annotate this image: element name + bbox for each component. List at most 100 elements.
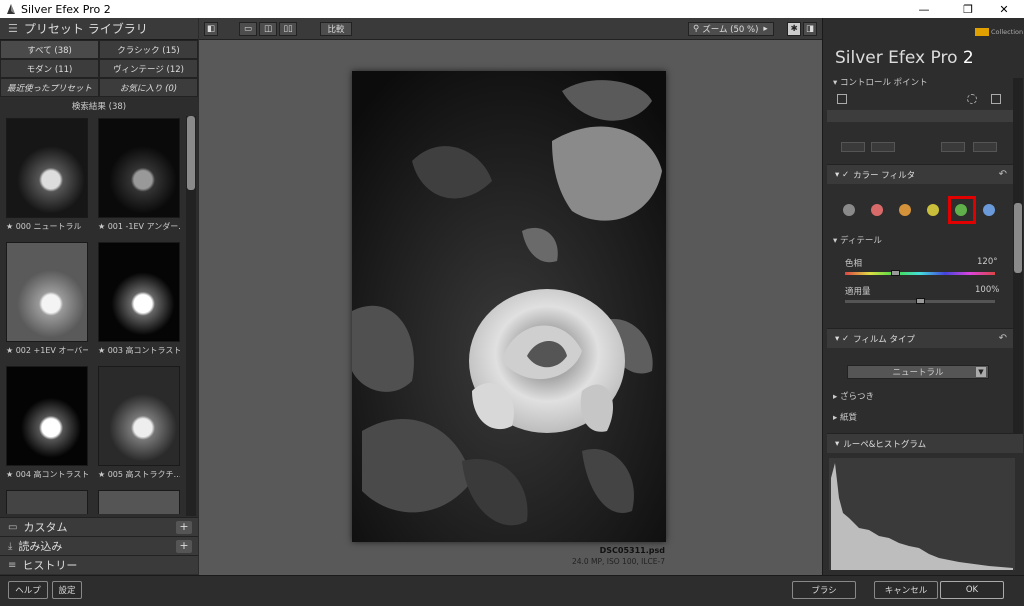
filter-classic[interactable]: クラシック (15) (99, 40, 198, 59)
filter-favorites[interactable]: お気に入り (0) (99, 78, 198, 97)
preset-thumb[interactable]: ★ 000 ニュートラル (6, 118, 88, 232)
preset-image (98, 366, 180, 466)
strength-label: 適用量 (845, 287, 871, 297)
preset-thumb[interactable]: ★ 004 高コントラスト… (6, 366, 88, 480)
preset-scrollbar[interactable] (186, 116, 196, 516)
add-point-button-2[interactable] (871, 142, 895, 152)
strength-value: 100% (975, 285, 1000, 295)
history-icon: ≡ (8, 559, 17, 571)
ok-button[interactable]: OK (940, 581, 1004, 599)
brush-button[interactable]: ブラシ (792, 581, 856, 599)
window-title: Silver Efex Pro 2 (21, 2, 111, 16)
preset-image (6, 490, 88, 514)
scroll-thumb[interactable] (1014, 203, 1022, 273)
color-filter-header[interactable]: ▾ ✓ カラー フィルタ ↶ (827, 164, 1013, 184)
preset-image (6, 242, 88, 342)
preset-thumb[interactable]: ★ 003 高コントラスト… (98, 242, 180, 356)
filter-modern[interactable]: モダン (11) (0, 59, 99, 78)
compare-button[interactable]: 比較 (320, 22, 352, 36)
magnifier-icon: ⚲ (693, 24, 700, 34)
side-by-side-icon[interactable]: ▯▯ (279, 22, 297, 36)
filter-recent[interactable]: 最近使ったプリセット (0, 78, 99, 97)
chevron-down-icon: ▸ (763, 24, 768, 34)
adjustments-scrollbar[interactable] (1013, 78, 1023, 433)
preset-thumb[interactable]: ★ 002 +1EV オーバー… (6, 242, 88, 356)
add-point-button[interactable] (841, 142, 865, 152)
color-filter-swatch[interactable] (871, 204, 883, 216)
preset-image (98, 118, 180, 218)
zoom-dropdown[interactable]: ⚲ ズーム (50 %) ▸ (688, 22, 774, 36)
collapse-right-icon[interactable]: ◨ (803, 22, 817, 36)
hue-label: 色相 (845, 259, 863, 269)
settings-button[interactable]: 設定 (52, 581, 82, 599)
preset-thumb[interactable]: ★ 001 -1EV アンダー… (98, 118, 180, 232)
preview-image[interactable] (352, 71, 666, 542)
point-tool-button[interactable] (941, 142, 965, 152)
preview-toolbar: ◧ ▭ ◫ ▯▯ 比較 ⚲ ズーム (50 %) ▸ ✱ ◨ (199, 18, 822, 40)
paper-header[interactable]: ▸ 紙質 (833, 411, 857, 423)
reset-icon[interactable]: ↶ (999, 333, 1007, 344)
split-view-icon[interactable]: ◫ (259, 22, 277, 36)
color-filter-swatch[interactable] (927, 204, 939, 216)
cancel-button[interactable]: キャンセル (874, 581, 938, 599)
control-point-area (827, 110, 1013, 122)
minimize-button[interactable]: — (904, 0, 944, 18)
delete-point-icon[interactable] (991, 94, 1001, 104)
color-filter-swatch[interactable] (843, 204, 855, 216)
strength-slider-knob[interactable] (916, 298, 925, 304)
filter-all[interactable]: すべて (38) (0, 40, 99, 59)
app-icon (5, 3, 17, 15)
preset-library-panel: ☰ プリセット ライブラリ すべて (38) クラシック (15) モダン (1… (0, 18, 198, 575)
import-section[interactable]: ⤓ 読み込み + (0, 536, 198, 555)
file-meta: 24.0 MP, ISO 100, ILCE-7 (571, 557, 665, 566)
select-point-icon[interactable] (967, 94, 977, 104)
preset-library-header[interactable]: ☰ プリセット ライブラリ (0, 18, 198, 40)
color-filter-swatch[interactable] (899, 204, 911, 216)
add-import-button[interactable]: + (176, 540, 192, 553)
detail-header[interactable]: ▾ ディテール (833, 234, 882, 246)
control-points-header[interactable]: ▾ コントロール ポイント (833, 76, 928, 88)
rose-photo (352, 71, 666, 542)
preset-filters: すべて (38) クラシック (15) モダン (11) ヴィンテージ (12)… (0, 40, 198, 97)
title-bar: Silver Efex Pro 2 — ❐ ✕ (0, 0, 1024, 18)
scroll-thumb[interactable] (187, 116, 195, 190)
preset-thumb[interactable] (6, 490, 88, 514)
control-point-list-icon[interactable] (837, 94, 847, 104)
import-icon: ⤓ (8, 540, 13, 552)
lightbulb-icon[interactable]: ✱ (787, 22, 801, 36)
search-results-label: 検索結果 (38) (0, 97, 198, 115)
histogram (829, 458, 1015, 570)
preset-image (98, 490, 180, 514)
histogram-graph (831, 463, 1013, 570)
single-view-icon[interactable]: ▭ (239, 22, 257, 36)
hue-value: 120° (977, 257, 998, 267)
preset-thumb[interactable]: ★ 005 高ストラクチ… (98, 366, 180, 480)
film-type-select[interactable]: ニュートラル ▼ (847, 365, 989, 379)
point-tool-button-2[interactable] (973, 142, 997, 152)
collapse-left-icon[interactable]: ◧ (204, 22, 218, 36)
close-button[interactable]: ✕ (984, 0, 1024, 18)
reset-icon[interactable]: ↶ (999, 169, 1007, 180)
add-custom-button[interactable]: + (176, 521, 192, 534)
preset-thumbnails: ★ 000 ニュートラル ★ 001 -1EV アンダー… ★ 002 +1EV… (0, 116, 186, 514)
loupe-histogram-header[interactable]: ▾ ルーペ&ヒストグラム (827, 433, 1023, 453)
preset-image (6, 118, 88, 218)
hue-slider-knob[interactable] (890, 270, 900, 276)
color-filter-swatch[interactable] (983, 204, 995, 216)
chevron-down-icon: ▼ (976, 367, 986, 377)
grain-header[interactable]: ▸ ざらつき (833, 390, 874, 402)
film-type-header[interactable]: ▾ ✓ フィルム タイプ ↶ (827, 328, 1013, 348)
hue-slider[interactable] (845, 272, 995, 275)
bottom-bar: ヘルプ 設定 ブラシ キャンセル OK (0, 575, 1024, 606)
filter-vintage[interactable]: ヴィンテージ (12) (99, 59, 198, 78)
file-name: DSC05311.psd (599, 546, 665, 555)
selected-swatch-highlight (948, 196, 976, 224)
preview-area: ◧ ▭ ◫ ▯▯ 比較 ⚲ ズーム (50 %) ▸ ✱ ◨ DSC05311.… (199, 18, 822, 575)
history-section[interactable]: ≡ ヒストリー (0, 555, 198, 574)
restore-button[interactable]: ❐ (948, 0, 988, 18)
preset-image (6, 366, 88, 466)
custom-section[interactable]: ▭ カスタム + (0, 517, 198, 536)
preset-thumb[interactable] (98, 490, 180, 514)
help-button[interactable]: ヘルプ (8, 581, 48, 599)
adjustments-panel: Collection Silver Efex Pro 2 ▾ コントロール ポイ… (822, 18, 1024, 575)
